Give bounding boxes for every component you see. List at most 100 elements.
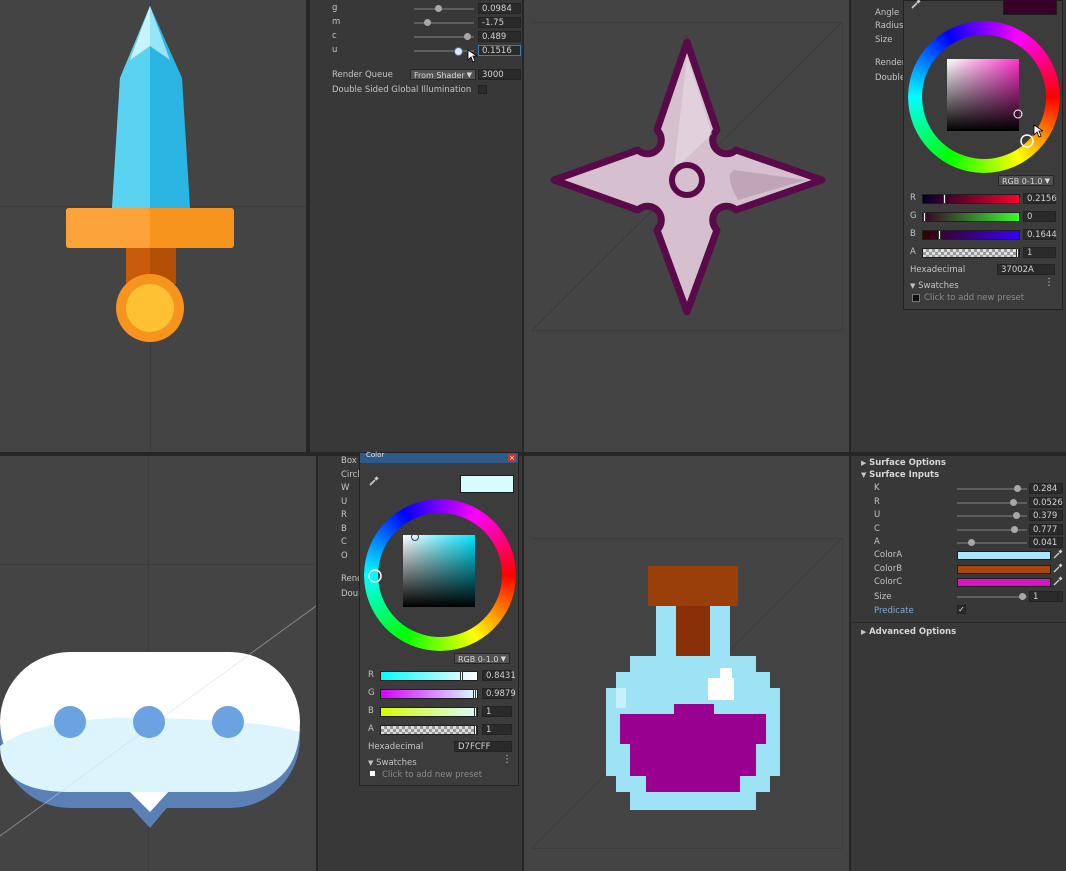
close-icon[interactable]: ×: [508, 454, 516, 462]
slider-track[interactable]: [414, 22, 474, 24]
slider-handle[interactable]: [1012, 512, 1020, 519]
surface-inputs-foldout[interactable]: ▼ Surface Inputs: [861, 470, 939, 480]
swatches-hint[interactable]: Click to add new preset: [924, 293, 1024, 303]
channel-slider[interactable]: [922, 230, 1020, 240]
property-field[interactable]: -1.75: [478, 17, 521, 28]
eyedropper-icon[interactable]: [910, 0, 922, 13]
channel-slider-handle[interactable]: [473, 689, 477, 699]
channel-field[interactable]: 0.1644: [1023, 229, 1057, 240]
channel-label: B: [368, 706, 374, 716]
property-field[interactable]: 0.0984: [478, 3, 521, 14]
slider-handle[interactable]: [1011, 525, 1019, 533]
channel-field[interactable]: 0.9879: [482, 688, 516, 699]
render-queue-dropdown[interactable]: From Shader ▼: [410, 69, 476, 80]
channel-field[interactable]: 1: [482, 706, 512, 717]
property-field[interactable]: 0.0526: [1029, 496, 1063, 508]
swatches-hint[interactable]: Click to add new preset: [382, 770, 482, 780]
slider-handle[interactable]: [1013, 485, 1021, 492]
channel-field[interactable]: 0.8431: [482, 670, 516, 681]
property-label: A: [874, 537, 880, 547]
slider-handle[interactable]: [434, 5, 442, 12]
size-slider-track[interactable]: [957, 596, 1027, 598]
eyedropper-icon[interactable]: [368, 475, 380, 490]
viewport-sword: [0, 0, 306, 452]
potion-sprite: [606, 566, 780, 810]
color-property-label: ColorC: [874, 577, 903, 587]
size-field[interactable]: 1: [1029, 591, 1063, 602]
channel-field[interactable]: 0: [1023, 211, 1056, 222]
channel-label: B: [910, 229, 916, 239]
swatches-title: Swatches: [376, 758, 417, 768]
foldout-arrow-icon: ▼: [910, 282, 916, 290]
color-preview: [1003, 0, 1057, 15]
foldout-arrow-icon: ▼: [368, 759, 374, 767]
hue-wheel[interactable]: [904, 17, 1064, 177]
mouse-pointer-icon: [467, 49, 477, 63]
slider-track[interactable]: [414, 50, 474, 52]
color-picker-window-top: RGB 0-1.0 ▼ R 0.2156 G 0 B 0.1644 A 1 Hexadecima…: [903, 0, 1063, 310]
mouse-pointer-icon: [1033, 124, 1043, 138]
viewport-shuriken: [524, 0, 849, 452]
render-queue-field[interactable]: 3000: [478, 69, 521, 80]
channel-slider-handle[interactable]: [942, 194, 946, 204]
color-swatch-field[interactable]: [957, 551, 1051, 560]
swatches-label[interactable]: ▼ Swatches: [368, 758, 417, 768]
angle-label: Angle: [875, 8, 900, 18]
o-label-behind: O: [341, 551, 348, 561]
channel-slider-handle[interactable]: [474, 725, 478, 735]
channel-slider[interactable]: [380, 725, 478, 735]
channel-slider-handle[interactable]: [474, 707, 478, 717]
chevron-down-icon: ▼: [1044, 177, 1050, 185]
color-property-label: ColorB: [874, 563, 903, 574]
property-field[interactable]: 0.379: [1029, 510, 1063, 521]
slider-handle[interactable]: [967, 539, 975, 546]
color-window-titlebar[interactable]: Color ×: [360, 451, 518, 463]
surface-options-foldout[interactable]: ▶ Surface Options: [861, 458, 946, 468]
advanced-options-foldout[interactable]: ▶ Advanced Options: [861, 627, 956, 637]
double-sided-gi-checkbox[interactable]: [478, 85, 487, 94]
channel-slider[interactable]: [380, 707, 478, 717]
swatches-label[interactable]: ▼ Swatches: [910, 281, 959, 291]
property-label: U: [874, 510, 881, 520]
w-label-behind: W: [341, 483, 350, 493]
hex-field[interactable]: 37002A: [997, 264, 1055, 275]
slider-handle[interactable]: [1010, 498, 1018, 506]
channel-slider[interactable]: [922, 248, 1020, 258]
kebab-menu-icon[interactable]: ⋮: [502, 754, 512, 765]
eyedropper-icon[interactable]: [1053, 576, 1063, 589]
predicate-checkbox[interactable]: ✓: [957, 605, 966, 614]
kebab-menu-icon[interactable]: ⋮: [1044, 277, 1054, 288]
hex-field[interactable]: D7FCFF: [454, 741, 512, 752]
render-label-behind: Render: [875, 58, 906, 68]
channel-slider[interactable]: [380, 671, 478, 681]
channel-field[interactable]: 1: [1023, 247, 1056, 258]
channel-field[interactable]: 1: [482, 724, 512, 735]
channel-field[interactable]: 0.2156: [1023, 193, 1057, 204]
channel-slider-handle[interactable]: [923, 212, 926, 222]
color-swatch-field[interactable]: [957, 578, 1051, 587]
channel-slider[interactable]: [922, 212, 1020, 222]
inspector-top: [310, 0, 522, 452]
property-label: R: [874, 496, 880, 507]
property-field[interactable]: 0.489: [478, 31, 521, 42]
hue-wheel[interactable]: [360, 495, 520, 655]
color-preview: [460, 475, 514, 493]
channel-slider-handle[interactable]: [459, 671, 463, 681]
property-label: C: [874, 523, 880, 534]
property-field[interactable]: 0.1516: [478, 45, 521, 56]
channel-slider-handle[interactable]: [1016, 248, 1020, 258]
channel-slider[interactable]: [380, 689, 478, 699]
property-field[interactable]: 0.041: [1029, 537, 1063, 548]
property-field[interactable]: 0.284: [1029, 483, 1063, 494]
channel-slider[interactable]: [922, 194, 1020, 204]
sword-sprite: [66, 6, 234, 342]
color-mode-dropdown[interactable]: RGB 0-1.0 ▼: [998, 175, 1054, 186]
color-swatch-field[interactable]: [957, 564, 1051, 574]
slider-track[interactable]: [414, 8, 474, 10]
eyedropper-icon[interactable]: [1053, 563, 1063, 576]
eyedropper-icon[interactable]: [1053, 549, 1063, 562]
u-label-behind: U: [341, 497, 348, 507]
property-field[interactable]: 0.777: [1029, 523, 1063, 535]
color-mode-dropdown[interactable]: RGB 0-1.0 ▼: [454, 653, 510, 664]
channel-slider-handle[interactable]: [938, 230, 942, 240]
